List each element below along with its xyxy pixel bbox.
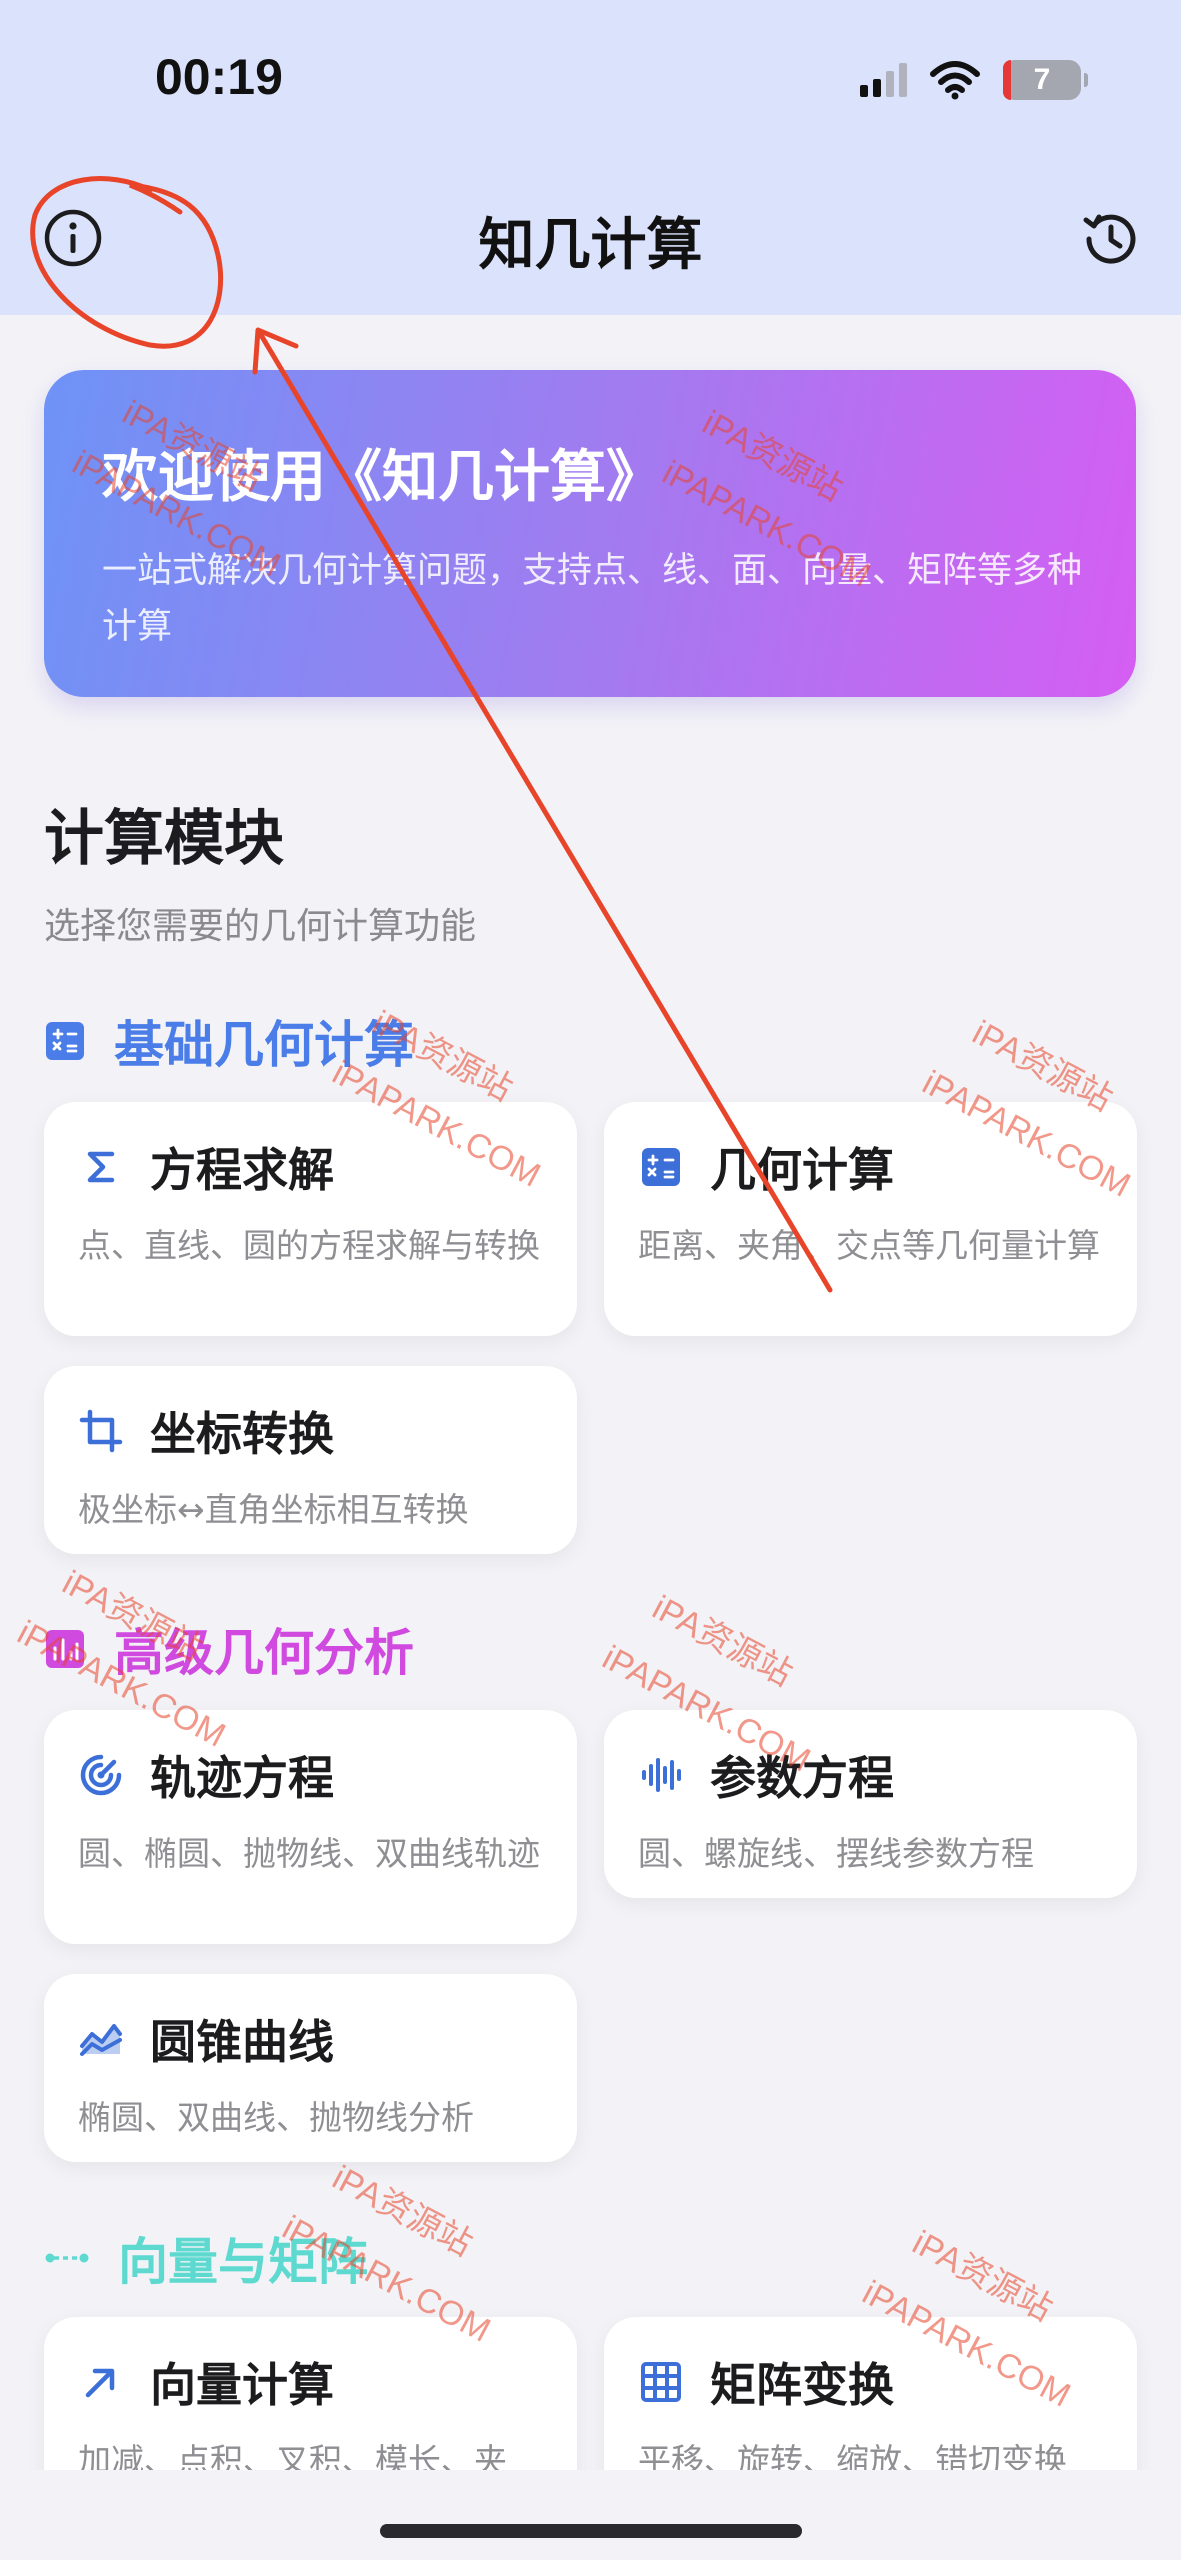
card-conic-sections[interactable]: 圆锥曲线 椭圆、双曲线、抛物线分析 [44, 1974, 577, 2162]
card-description: 距离、夹角、交点等几何量计算 [638, 1226, 1100, 1265]
sigma-icon [87, 1151, 115, 1183]
waveform-icon [642, 1758, 681, 1792]
group-title: 高级几何分析 [114, 1624, 414, 1682]
card-description: 圆、螺旋线、摆线参数方程 [638, 1834, 1034, 1873]
card-parametric-equation[interactable]: 参数方程 圆、螺旋线、摆线参数方程 [604, 1710, 1137, 1898]
bottom-safe-area [0, 2470, 1181, 2560]
dots-line-icon [45, 2253, 89, 2263]
calculator-icon [642, 1148, 680, 1186]
watermark-text: iPA资源站 [646, 1589, 798, 1694]
card-title: 坐标转换 [150, 1407, 334, 1461]
card-title: 轨迹方程 [150, 1751, 334, 1805]
card-title: 矩阵变换 [710, 2358, 894, 2412]
area-chart-icon [80, 2024, 122, 2056]
card-title: 参数方程 [710, 1751, 894, 1805]
card-title: 方程求解 [150, 1143, 334, 1197]
card-geometry-calc[interactable]: 几何计算 距离、夹角、交点等几何量计算 [604, 1102, 1137, 1336]
card-title: 几何计算 [710, 1143, 894, 1197]
modules-heading: 计算模块 [44, 804, 284, 874]
card-description: 椭圆、双曲线、抛物线分析 [78, 2098, 474, 2137]
calculator-icon [46, 1022, 84, 1060]
arrow-up-right-icon [85, 2368, 115, 2398]
group-vectors-matrices: 向量与矩阵 [44, 2222, 368, 2294]
group-basic-geometry: 基础几何计算 [44, 1005, 414, 1077]
card-description: 极坐标↔直角坐标相互转换 [78, 1490, 469, 1529]
card-equation-solving[interactable]: 方程求解 点、直线、圆的方程求解与转换 [44, 1102, 577, 1336]
battery-level: 7 [1033, 63, 1051, 96]
status-icons: 7 [860, 55, 1088, 105]
welcome-banner: 欢迎使用《知几计算》 一站式解决几何计算问题，支持点、线、面、向量、矩阵等多种计… [44, 370, 1136, 697]
history-icon[interactable] [1077, 207, 1141, 271]
card-locus-equation[interactable]: 轨迹方程 圆、椭圆、抛物线、双曲线轨迹 [44, 1710, 577, 1944]
banner-title: 欢迎使用《知几计算》 [102, 445, 662, 510]
top-bar: 00:19 7 知几计算 [0, 0, 1181, 315]
card-description: 点、直线、圆的方程求解与转换 [78, 1226, 540, 1265]
group-title: 向量与矩阵 [118, 2233, 368, 2291]
watermark-text: iPA资源站 [906, 2224, 1058, 2329]
card-coordinate-conversion[interactable]: 坐标转换 极坐标↔直角坐标相互转换 [44, 1366, 577, 1554]
chart-box-icon [46, 1630, 84, 1668]
grid-icon [641, 2362, 681, 2402]
wifi-icon [930, 61, 980, 100]
home-indicator[interactable] [380, 2524, 802, 2538]
radar-icon [80, 1754, 122, 1796]
cellular-signal-icon [860, 63, 907, 97]
card-title: 向量计算 [150, 2358, 334, 2412]
page-title: 知几计算 [478, 213, 703, 278]
group-advanced-analysis: 高级几何分析 [44, 1613, 414, 1685]
group-title: 基础几何计算 [114, 1016, 414, 1074]
card-title: 圆锥曲线 [150, 2015, 334, 2069]
card-description: 圆、椭圆、抛物线、双曲线轨迹 [78, 1834, 540, 1873]
battery-icon: 7 [1003, 60, 1088, 100]
banner-subtitle: 一站式解决几何计算问题，支持点、线、面、向量、矩阵等多种计算 [102, 551, 1083, 647]
crop-icon [79, 1409, 123, 1453]
status-time: 00:19 [155, 49, 283, 105]
modules-subtitle: 选择您需要的几何计算功能 [44, 906, 477, 947]
